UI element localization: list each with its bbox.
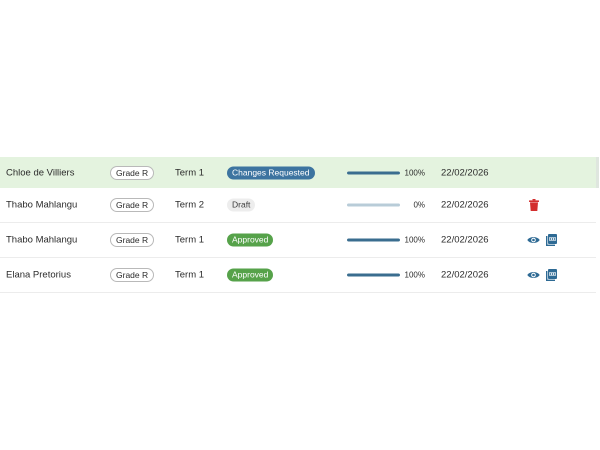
trash-icon[interactable] — [529, 199, 539, 211]
status-badge: Approved — [227, 233, 274, 247]
status-badge: Approved — [227, 268, 274, 282]
status-badge: Draft — [227, 198, 256, 212]
eye-icon[interactable] — [527, 236, 540, 245]
grade-badge: Grade R — [110, 268, 155, 282]
pdf-icon[interactable] — [546, 269, 557, 281]
term-label: Term 1 — [175, 234, 205, 246]
term-label: Term 2 — [175, 199, 205, 211]
report-date: 22/02/2026 — [441, 234, 489, 246]
reports-table: Chloe de Villiers Grade R Term 1 Changes… — [0, 157, 599, 293]
progress-bar — [347, 203, 400, 207]
student-name: Chloe de Villiers — [6, 167, 75, 178]
report-date: 22/02/2026 — [441, 167, 489, 178]
progress-percent: 100% — [404, 168, 425, 177]
table-row[interactable]: Chloe de Villiers Grade R Term 1 Changes… — [0, 157, 599, 188]
progress-percent: 100% — [404, 270, 425, 280]
progress-bar — [347, 238, 400, 242]
table-row[interactable]: Thabo Mahlangu Grade R Term 2 Draft 0% 2… — [0, 188, 596, 223]
grade-badge: Grade R — [110, 165, 155, 180]
progress-percent: 100% — [404, 235, 425, 245]
term-label: Term 1 — [175, 167, 205, 178]
grade-badge: Grade R — [110, 233, 155, 247]
report-date: 22/02/2026 — [441, 269, 489, 281]
report-date: 22/02/2026 — [441, 199, 489, 211]
table-row[interactable]: Elana Pretorius Grade R Term 1 Approved … — [0, 258, 596, 293]
progress-percent: 0% — [413, 200, 425, 210]
student-name: Thabo Mahlangu — [6, 199, 78, 211]
term-label: Term 1 — [175, 269, 205, 281]
status-badge: Changes Requested — [227, 166, 315, 179]
table-row[interactable]: Thabo Mahlangu Grade R Term 1 Approved 1… — [0, 223, 596, 258]
student-name: Elana Pretorius — [6, 269, 71, 281]
progress-fill — [347, 171, 400, 174]
progress-bar — [347, 171, 400, 174]
progress-fill — [347, 273, 400, 277]
grade-badge: Grade R — [110, 198, 155, 212]
student-name: Thabo Mahlangu — [6, 234, 78, 246]
progress-bar — [347, 273, 400, 277]
pdf-icon[interactable] — [546, 234, 557, 246]
progress-fill — [347, 238, 400, 242]
eye-icon[interactable] — [527, 271, 540, 280]
